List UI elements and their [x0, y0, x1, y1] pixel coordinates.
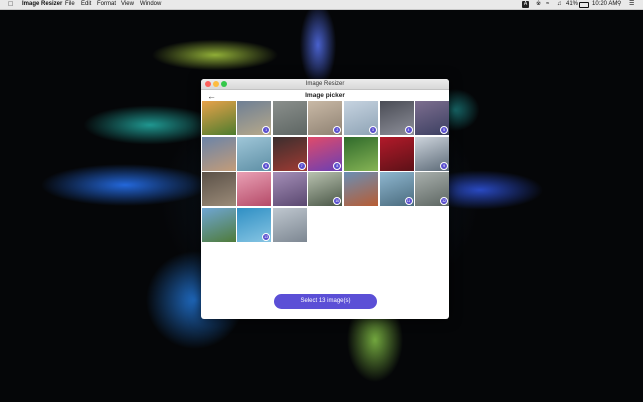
selection-badge: 2 [333, 126, 342, 134]
apple-menu-icon[interactable]:  [8, 0, 13, 9]
image-thumbnail[interactable] [237, 172, 272, 207]
image-resizer-window: Image Resizer ← Image picker 1 2 3 4 5 6 7 8 9 10… [201, 79, 449, 319]
image-thumbnail[interactable]: 8 [308, 136, 343, 171]
image-thumbnail[interactable]: 11 [379, 172, 414, 207]
image-thumbnail[interactable] [272, 207, 307, 242]
bluetooth-icon[interactable]: ※ [536, 0, 541, 9]
selection-badge: 4 [404, 126, 413, 134]
selection-badge: 13 [262, 232, 271, 241]
selection-badge: 5 [440, 126, 449, 134]
image-thumbnail[interactable]: 7 [272, 136, 307, 171]
spotlight-search-icon[interactable]: ⚲ [617, 0, 621, 9]
image-thumbnail[interactable] [201, 101, 236, 135]
battery-icon [579, 2, 589, 8]
image-thumbnail[interactable]: 10 [308, 172, 343, 207]
menu-edit[interactable]: Edit [81, 0, 91, 9]
selection-badge: 11 [404, 197, 413, 206]
image-thumbnail[interactable] [272, 172, 307, 207]
battery-percent[interactable]: 41% [566, 0, 578, 9]
image-thumbnail[interactable] [343, 136, 378, 171]
menu-format[interactable]: Format [97, 0, 116, 9]
selection-badge: 6 [262, 161, 271, 170]
image-thumbnail[interactable] [272, 101, 307, 135]
notification-center-icon[interactable]: ☰ [629, 0, 634, 9]
selection-badge: 7 [297, 161, 306, 170]
app-menu[interactable]: Image Resizer [22, 0, 62, 9]
image-thumbnail[interactable]: 3 [343, 101, 378, 135]
image-thumbnail[interactable]: 2 [308, 101, 343, 135]
clock[interactable]: 10:20 AM [592, 0, 617, 9]
selection-badge: 10 [333, 197, 342, 206]
image-thumbnail[interactable] [201, 136, 236, 171]
selection-badge: 1 [262, 126, 271, 134]
wifi-icon[interactable]: ≈ [546, 0, 549, 9]
select-images-button[interactable]: Select 13 image(s) [274, 294, 377, 309]
minimize-window-button[interactable] [213, 81, 219, 87]
menu-file[interactable]: File [65, 0, 75, 9]
image-thumbnail[interactable]: 5 [415, 101, 449, 135]
image-thumbnail[interactable]: 6 [237, 136, 272, 171]
input-source-icon[interactable]: A [522, 1, 529, 8]
selection-badge: 3 [368, 126, 377, 134]
zoom-window-button[interactable] [221, 81, 227, 87]
window-titlebar[interactable]: Image Resizer [201, 79, 449, 90]
menu-bar:  Image Resizer File Edit Format View Wi… [0, 0, 643, 10]
selection-badge: 12 [440, 197, 449, 206]
menu-view[interactable]: View [121, 0, 134, 9]
image-thumbnail[interactable] [379, 136, 414, 171]
image-thumbnail[interactable]: 1 [237, 101, 272, 135]
image-thumbnail[interactable]: 12 [415, 172, 449, 207]
image-thumbnail[interactable]: 9 [415, 136, 449, 171]
image-thumbnail[interactable] [343, 172, 378, 207]
image-thumbnail[interactable]: 13 [237, 207, 272, 242]
close-window-button[interactable] [205, 81, 211, 87]
selection-badge: 9 [440, 161, 449, 170]
image-thumbnail[interactable]: 4 [379, 101, 414, 135]
image-thumbnail[interactable] [201, 172, 236, 207]
menu-window[interactable]: Window [140, 0, 161, 9]
window-title: Image Resizer [305, 81, 345, 87]
image-thumbnail[interactable] [201, 207, 236, 242]
selection-badge: 8 [333, 161, 342, 170]
volume-icon[interactable]: ♫ [557, 0, 562, 9]
